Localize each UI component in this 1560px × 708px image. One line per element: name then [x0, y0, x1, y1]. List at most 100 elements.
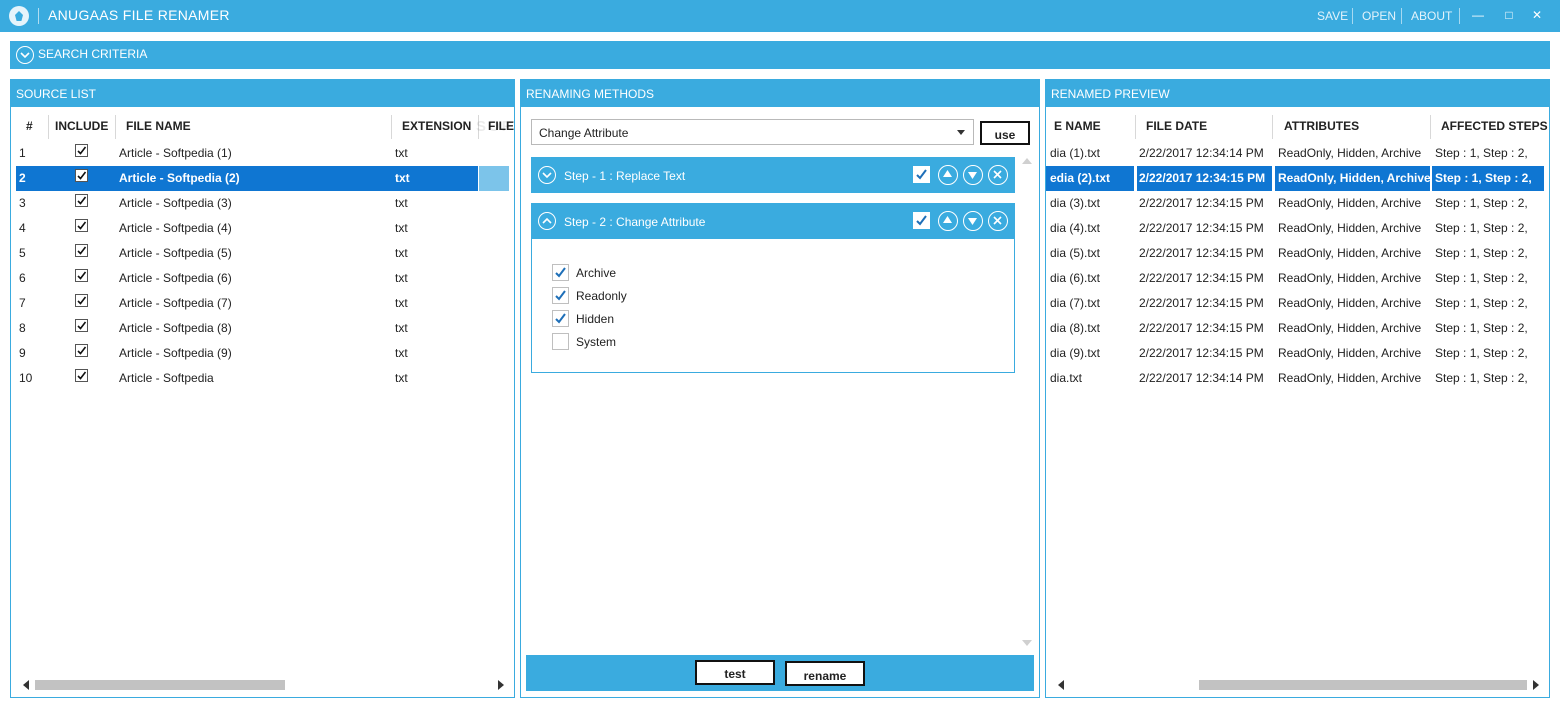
preview-attributes-cell: ReadOnly, Hidden, Archive — [1278, 271, 1422, 285]
table-row[interactable]: dia (9).txt 2/22/2017 12:34:15 PM ReadOnly… — [1046, 341, 1549, 366]
search-criteria-bar[interactable]: SEARCH CRITERIA — [10, 41, 1550, 69]
table-row[interactable]: dia (5).txt 2/22/2017 12:34:15 PM ReadOnly… — [1046, 241, 1549, 266]
column-header-attributes[interactable]: ATTRIBUTES — [1273, 115, 1431, 139]
step-1-header[interactable]: Step - 1 : Replace Text — [532, 158, 1014, 193]
table-row[interactable]: dia (7).txt 2/22/2017 12:34:15 PM ReadOnly… — [1046, 291, 1549, 316]
chevron-up-circle-icon[interactable] — [538, 212, 556, 230]
table-row[interactable]: dia (8).txt 2/22/2017 12:34:15 PM ReadOnly… — [1046, 316, 1549, 341]
row-number: 9 — [19, 346, 26, 360]
include-checkbox[interactable] — [75, 294, 88, 307]
scrollbar-thumb[interactable] — [35, 680, 285, 690]
arrow-up-circle-icon[interactable] — [938, 165, 958, 185]
preview-affected-steps-cell: Step : 1, Step : 2, — [1435, 271, 1528, 285]
menu-separator — [1401, 8, 1402, 24]
include-checkbox[interactable] — [75, 169, 88, 182]
search-criteria-label: SEARCH CRITERIA — [38, 47, 148, 61]
maximize-button[interactable]: □ — [1500, 6, 1518, 24]
arrow-down-circle-icon[interactable] — [963, 165, 983, 185]
file-name-cell: Article - Softpedia (9) — [119, 346, 232, 360]
table-row[interactable]: 8 Article - Softpedia (8) txt — [11, 316, 514, 341]
scroll-left-icon[interactable] — [23, 680, 29, 690]
row-number: 8 — [19, 321, 26, 335]
test-button[interactable]: test — [695, 660, 775, 685]
renamed-preview-panel: RENAMED PREVIEW E NAME FILE DATE ATTRIBU… — [1045, 79, 1550, 698]
include-checkbox[interactable] — [75, 194, 88, 207]
table-row[interactable]: 3 Article - Softpedia (3) txt — [11, 191, 514, 216]
source-horizontal-scrollbar[interactable] — [21, 679, 506, 691]
step-2: Step - 2 : Change Attribute Archive Reado… — [531, 203, 1015, 373]
preview-file-name-cell: dia (7).txt — [1050, 296, 1101, 310]
close-button[interactable]: ✕ — [1528, 6, 1546, 24]
step-1: Step - 1 : Replace Text — [531, 157, 1015, 193]
include-checkbox[interactable] — [75, 319, 88, 332]
attribute-checkbox[interactable] — [552, 333, 569, 350]
include-checkbox[interactable] — [75, 269, 88, 282]
close-circle-icon[interactable] — [988, 165, 1008, 185]
attribute-checkbox[interactable] — [552, 310, 569, 327]
table-row[interactable]: dia (6).txt 2/22/2017 12:34:15 PM ReadOnly… — [1046, 266, 1549, 291]
include-checkbox[interactable] — [75, 244, 88, 257]
attribute-checkbox[interactable] — [552, 287, 569, 304]
minimize-button[interactable]: — — [1469, 6, 1487, 24]
method-dropdown[interactable]: Change Attribute — [531, 119, 974, 145]
table-row[interactable]: 1 Article - Softpedia (1) txt — [11, 141, 514, 166]
column-header-file-date[interactable]: FILE DATE — [1136, 115, 1273, 139]
column-header-file-name[interactable]: FILE NAME — [116, 115, 392, 139]
renaming-methods-title: RENAMING METHODS — [521, 80, 1039, 107]
table-row[interactable]: edia (2).txt 2/22/2017 12:34:15 PM ReadOnl… — [1046, 166, 1549, 191]
about-menu[interactable]: ABOUT — [1411, 9, 1452, 23]
preview-affected-steps-cell: Step : 1, Step : 2, — [1435, 371, 1528, 385]
table-row[interactable]: 4 Article - Softpedia (4) txt — [11, 216, 514, 241]
include-checkbox[interactable] — [75, 219, 88, 232]
open-menu[interactable]: OPEN — [1362, 9, 1396, 23]
attribute-checkbox[interactable] — [552, 264, 569, 281]
scroll-left-icon[interactable] — [1058, 680, 1064, 690]
table-row[interactable]: dia.txt 2/22/2017 12:34:14 PM ReadOnly, Hi… — [1046, 366, 1549, 391]
rename-button[interactable]: rename — [785, 661, 865, 686]
preview-file-name-cell: dia (1).txt — [1050, 146, 1101, 160]
preview-horizontal-scrollbar[interactable] — [1056, 679, 1541, 691]
row-number: 6 — [19, 271, 26, 285]
include-checkbox[interactable] — [75, 369, 88, 382]
column-header-affected-steps[interactable]: AFFECTED STEPS — [1431, 115, 1549, 139]
scroll-right-icon[interactable] — [498, 680, 504, 690]
table-row[interactable]: 9 Article - Softpedia (9) txt — [11, 341, 514, 366]
chevron-down-circle-icon[interactable] — [16, 46, 34, 64]
table-row[interactable]: dia (1).txt 2/22/2017 12:34:14 PM ReadOnly… — [1046, 141, 1549, 166]
chevron-down-circle-icon[interactable] — [538, 166, 556, 184]
column-header-file-name[interactable]: E NAME — [1046, 115, 1136, 139]
action-bar: test rename — [526, 655, 1034, 691]
arrow-up-circle-icon[interactable] — [938, 211, 958, 231]
column-header-include[interactable]: INCLUDE — [49, 115, 116, 139]
save-menu[interactable]: SAVE — [1317, 9, 1348, 23]
scrollbar-thumb[interactable] — [1199, 680, 1527, 690]
table-row[interactable]: 6 Article - Softpedia (6) txt — [11, 266, 514, 291]
preview-attributes-cell: ReadOnly, Hidden, Archive — [1278, 246, 1422, 260]
include-checkbox[interactable] — [75, 144, 88, 157]
column-header-number[interactable]: # — [16, 115, 49, 139]
scroll-right-icon[interactable] — [1533, 680, 1539, 690]
column-header-extension[interactable]: EXTENSION — [392, 115, 479, 139]
step-1-enable-checkbox[interactable] — [913, 166, 930, 183]
step-2-header[interactable]: Step - 2 : Change Attribute — [532, 204, 1014, 239]
use-button[interactable]: use — [980, 121, 1030, 145]
scroll-up-icon[interactable] — [1022, 158, 1032, 164]
include-checkbox[interactable] — [75, 344, 88, 357]
close-circle-icon[interactable] — [988, 211, 1008, 231]
step-2-enable-checkbox[interactable] — [913, 212, 930, 229]
preview-affected-steps-cell: Step : 1, Step : 2, — [1435, 171, 1532, 185]
preview-file-date-cell: 2/22/2017 12:34:15 PM — [1139, 321, 1264, 335]
arrow-down-circle-icon[interactable] — [963, 211, 983, 231]
table-row[interactable]: dia (4).txt 2/22/2017 12:34:15 PM ReadOnly… — [1046, 216, 1549, 241]
table-row[interactable]: dia (3).txt 2/22/2017 12:34:15 PM ReadOnly… — [1046, 191, 1549, 216]
table-row[interactable]: 5 Article - Softpedia (5) txt — [11, 241, 514, 266]
table-row[interactable]: 7 Article - Softpedia (7) txt — [11, 291, 514, 316]
scroll-down-icon[interactable] — [1022, 640, 1032, 646]
table-row[interactable]: 10 Article - Softpedia txt — [11, 366, 514, 391]
selection-cell-highlight — [479, 166, 509, 191]
dropdown-caret-icon — [957, 130, 965, 135]
preview-file-date-cell: 2/22/2017 12:34:15 PM — [1139, 271, 1264, 285]
table-row[interactable]: 2 Article - Softpedia (2) txt — [11, 166, 514, 191]
preview-attributes-cell: ReadOnly, Hidden, Archive — [1278, 221, 1422, 235]
preview-file-date-cell: 2/22/2017 12:34:14 PM — [1139, 371, 1264, 385]
